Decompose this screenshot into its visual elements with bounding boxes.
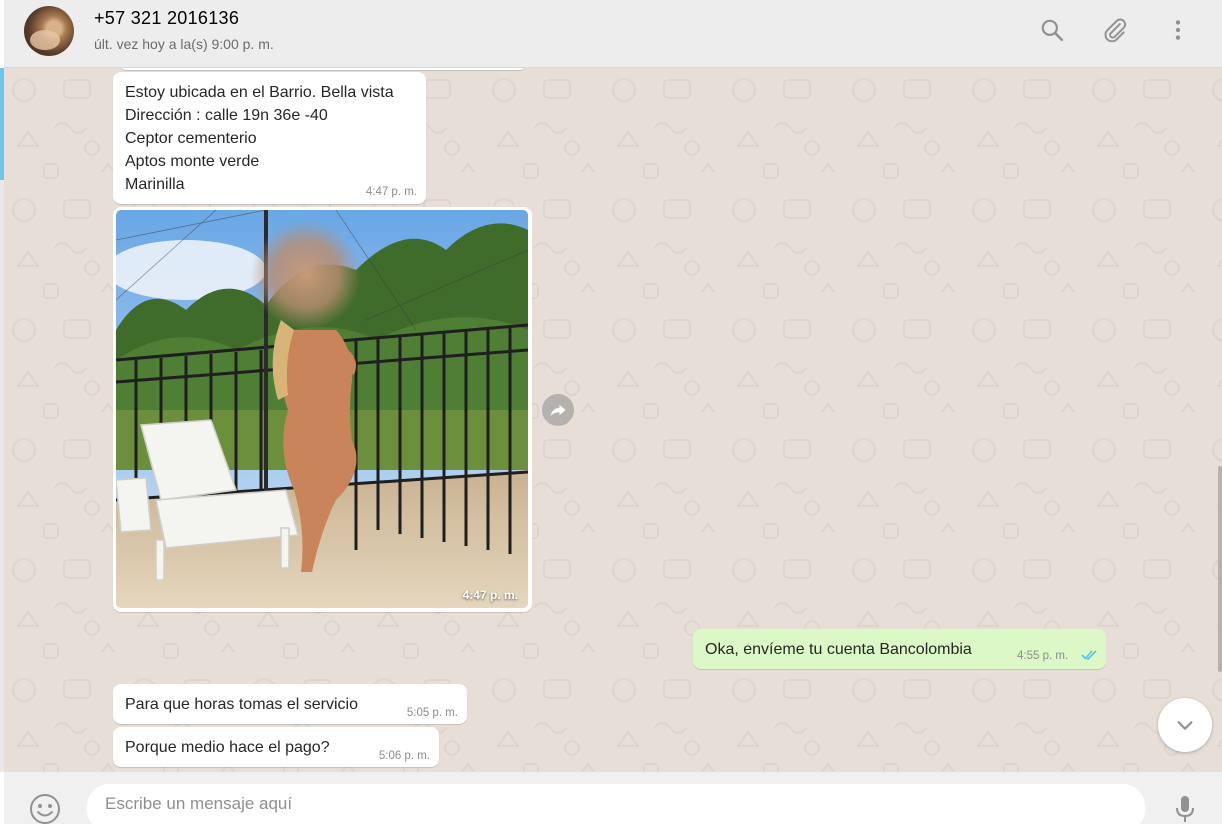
chevron-down-icon — [1177, 721, 1193, 730]
menu-icon — [1175, 20, 1181, 40]
photo-time: 4:47 p. m. — [462, 588, 518, 602]
forward-button[interactable] — [542, 394, 574, 426]
menu-button[interactable] — [1164, 16, 1192, 44]
forward-icon — [550, 404, 566, 416]
message-text: Estoy ubicada en el Barrio. Bella vista … — [125, 84, 394, 193]
message-time: 5:06 p. m. — [378, 750, 430, 762]
message-photo[interactable]: 4:47 p. m. — [116, 210, 528, 608]
message-time: 4:55 p. m. — [1017, 650, 1069, 662]
microphone-icon[interactable] — [1170, 794, 1200, 824]
image-message-bubble[interactable]: 4:47 p. m. — [113, 207, 532, 612]
attach-icon — [1104, 18, 1127, 43]
last-seen-status: últ. vez hoy a la(s) 9:00 p. m. — [94, 36, 274, 52]
scroll-to-bottom-button[interactable] — [1158, 698, 1212, 752]
contact-avatar[interactable] — [24, 6, 74, 56]
message-time: 5:05 p. m. — [406, 707, 458, 719]
search-icon — [1041, 19, 1064, 42]
search-button[interactable] — [1038, 16, 1066, 44]
message-bubble-clipped — [120, 68, 526, 70]
message-input[interactable] — [87, 784, 1145, 824]
photo-content — [116, 210, 528, 608]
message-time: 4:47 p. m. — [365, 186, 417, 198]
message-bubble-in[interactable]: Porque medio hace el pago? 5:06 p. m. — [113, 727, 439, 767]
message-list[interactable]: Estoy ubicada en el Barrio. Bella vista … — [4, 68, 1222, 772]
message-bubble-out[interactable]: Oka, envíeme tu cuenta Bancolombia 4:55 … — [693, 629, 1106, 669]
message-text: Oka, envíeme tu cuenta Bancolombia — [705, 641, 972, 658]
attach-button[interactable] — [1101, 16, 1129, 44]
chat-scrollbar[interactable] — [1218, 466, 1222, 672]
double-check-icon — [1081, 650, 1097, 660]
contact-name[interactable]: +57 321 2016136 — [94, 8, 239, 29]
message-composer — [4, 772, 1222, 824]
message-text: Porque medio hace el pago? — [125, 739, 330, 756]
emoji-icon[interactable] — [28, 792, 62, 824]
message-bubble-in[interactable]: Para que horas tomas el servicio 5:05 p.… — [113, 684, 467, 724]
message-bubble-in[interactable]: Estoy ubicada en el Barrio. Bella vista … — [113, 72, 426, 204]
chat-header: +57 321 2016136 últ. vez hoy a la(s) 9:0… — [4, 0, 1222, 68]
message-text: Para que horas tomas el servicio — [125, 696, 358, 713]
